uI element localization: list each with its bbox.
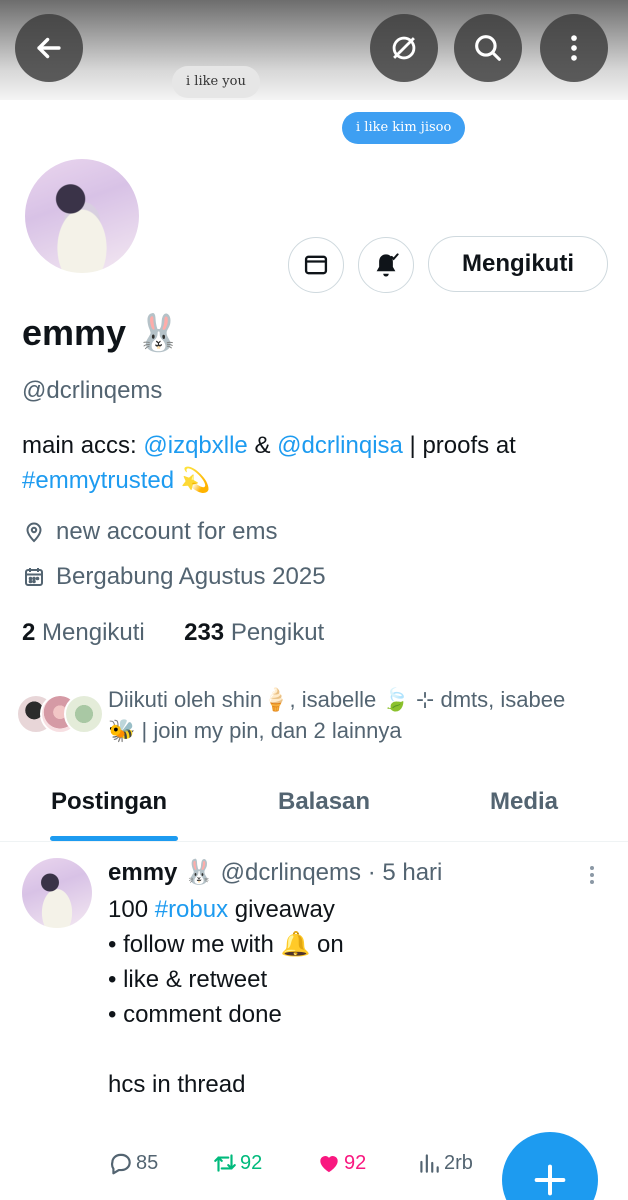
bio-hashtag[interactable]: #emmytrusted (22, 467, 174, 494)
hide-icon (392, 36, 416, 60)
back-button[interactable] (15, 14, 83, 82)
profile-banner[interactable] (0, 0, 628, 100)
calendar-icon (25, 568, 43, 586)
hide-button[interactable] (370, 14, 438, 82)
post-body-rest: • follow me with 🔔 on • like & retweet •… (108, 931, 344, 1098)
reply-count: 85 (136, 1151, 159, 1174)
post-author-avatar[interactable] (22, 858, 92, 928)
tab-balasan[interactable]: Balasan (278, 788, 370, 816)
reply-button[interactable]: 85 (108, 1150, 158, 1176)
post-more-button[interactable] (580, 862, 604, 888)
search-button[interactable] (454, 14, 522, 82)
profile-joined: Bergabung Agustus 2025 (22, 563, 326, 591)
tab-media[interactable]: Media (490, 788, 558, 816)
message-button[interactable] (288, 237, 344, 293)
location-pin-icon (26, 522, 42, 543)
compose-post-button[interactable] (502, 1132, 598, 1200)
post-author-name[interactable]: emmy (108, 859, 177, 886)
post-author-emoji: 🐰 (184, 859, 214, 886)
plus-icon (534, 1164, 566, 1196)
bio-amp: & (247, 432, 278, 459)
post-line1-suffix: giveaway (228, 896, 335, 923)
profile-location: new account for ems (22, 518, 277, 546)
post-actions: 85 92 92 2rb (108, 1150, 508, 1182)
heart-icon (320, 1156, 338, 1173)
post-body: 100 #robux giveaway • follow me with 🔔 o… (108, 892, 588, 1102)
views-chart-icon (420, 1154, 439, 1173)
profile-bio: main accs: @izqbxlle & @dcrlinqisa | pro… (22, 428, 612, 498)
followed-by-section[interactable]: Diikuti oleh shin🍦, isabelle 🍃 ⊹ dmts, i… (16, 684, 616, 748)
arrow-left-icon (37, 37, 61, 59)
bio-emoji: 💫 (180, 467, 211, 494)
followers-link[interactable]: 233 Pengikut (184, 619, 324, 646)
more-options-button[interactable] (540, 14, 608, 82)
bio-mention-dcrlinqisa[interactable]: @dcrlinqisa (277, 432, 403, 459)
banner-chat-bubble-right: i like kim jisoo (342, 112, 466, 144)
like-button[interactable]: 92 (316, 1150, 366, 1176)
post-line1-prefix: 100 (108, 896, 155, 923)
tab-postingan[interactable]: Postingan (51, 788, 167, 816)
profile-name: emmy 🐰 (22, 312, 181, 354)
post-author-handle[interactable]: @dcrlinqems (221, 859, 361, 886)
profile-avatar[interactable] (22, 156, 142, 276)
profile-name-emoji: 🐰 (136, 312, 181, 353)
like-count: 92 (344, 1151, 367, 1174)
mail-icon (304, 255, 328, 275)
more-vertical-icon (590, 866, 594, 884)
bell-check-icon (376, 253, 399, 277)
post-time: · 5 hari (367, 859, 443, 886)
profile-handle: @dcrlinqems (22, 377, 163, 404)
more-vertical-icon (571, 35, 577, 61)
views-button[interactable]: 2rb (416, 1150, 473, 1176)
bio-mention-izqbxlle[interactable]: @izqbxlle (143, 432, 247, 459)
profile-stats: 2 Mengikuti 233 Pengikut (22, 619, 324, 647)
active-tab-indicator (50, 836, 178, 841)
following-button[interactable]: Mengikuti (428, 236, 608, 292)
reply-icon (110, 1153, 131, 1175)
search-icon (475, 35, 501, 61)
profile-name-text: emmy (22, 312, 127, 353)
following-link[interactable]: 2 Mengikuti (22, 619, 145, 646)
post-hashtag[interactable]: #robux (155, 896, 228, 923)
followed-by-text: Diikuti oleh shin🍦, isabelle 🍃 ⊹ dmts, i… (108, 687, 566, 743)
bio-prefix: main accs: (22, 432, 144, 459)
repost-icon (214, 1154, 236, 1172)
joined-text: Bergabung Agustus 2025 (56, 563, 326, 590)
post-header: emmy 🐰 @dcrlinqems · 5 hari (108, 858, 442, 887)
banner-chat-bubble-left: i like you (172, 66, 260, 98)
views-count: 2rb (444, 1151, 473, 1174)
follower-avatar (64, 694, 104, 734)
notifications-button[interactable] (358, 237, 414, 293)
profile-tabs: Postingan Balasan Media (0, 778, 628, 842)
repost-count: 92 (240, 1151, 263, 1174)
repost-button[interactable]: 92 (212, 1150, 262, 1176)
bio-middle: | proofs at (402, 432, 516, 459)
location-text: new account for ems (56, 518, 278, 545)
